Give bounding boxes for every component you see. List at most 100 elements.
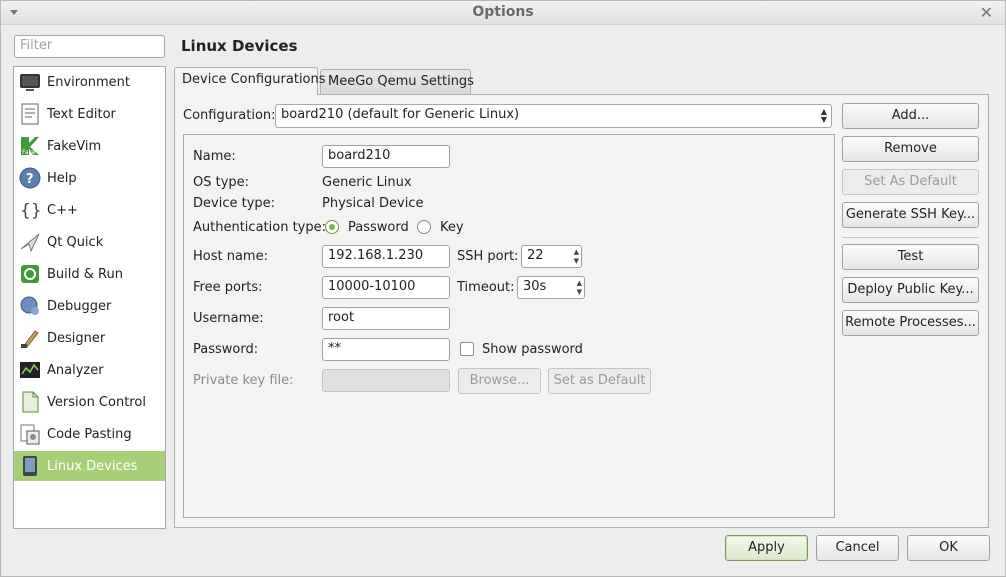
sidebar-item-text-editor[interactable]: Text Editor xyxy=(14,99,165,129)
sidebar-item-label: Code Pasting xyxy=(47,426,132,442)
free-ports-field[interactable]: 10000-10100 xyxy=(322,276,450,299)
svg-text:{}: {} xyxy=(20,201,41,221)
device-type-label: Device type: xyxy=(193,196,276,211)
sidebar-item-environment[interactable]: Environment xyxy=(14,67,165,97)
help-icon: ? xyxy=(19,167,41,189)
name-field[interactable]: board210 xyxy=(322,145,450,168)
options-dialog: Options ✕ Environment Text Editor Fake F… xyxy=(0,0,1006,577)
sidebar-item-cpp[interactable]: {} C++ xyxy=(14,195,165,225)
tab-label: MeeGo Qemu Settings xyxy=(328,74,474,89)
sidebar-item-analyzer[interactable]: Analyzer xyxy=(14,355,165,385)
sidebar-item-qt-quick[interactable]: Qt Quick xyxy=(14,227,165,257)
deploy-public-key-button[interactable]: Deploy Public Key... xyxy=(842,277,979,303)
cancel-button[interactable]: Cancel xyxy=(816,535,899,561)
device-icon xyxy=(19,455,41,477)
svg-text:Fake: Fake xyxy=(22,149,36,156)
host-name-label: Host name: xyxy=(193,249,268,264)
sidebar-item-label: C++ xyxy=(47,202,78,218)
generate-ssh-key-button[interactable]: Generate SSH Key... xyxy=(842,202,979,228)
window-title: Options xyxy=(472,4,534,20)
password-field[interactable]: ** xyxy=(322,338,450,361)
sidebar-item-designer[interactable]: Designer xyxy=(14,323,165,353)
filter-input[interactable] xyxy=(14,35,165,58)
updown-arrow-icon: ▲ ▼ xyxy=(820,107,827,124)
configuration-select[interactable]: board210 (default for Generic Linux) ▲ ▼ xyxy=(275,104,832,128)
sidebar-item-help[interactable]: ? Help xyxy=(14,163,165,193)
spin-arrows-icon[interactable]: ▲ ▼ xyxy=(577,279,582,297)
auth-type-label: Authentication type: xyxy=(193,220,326,235)
free-ports-label: Free ports: xyxy=(193,280,263,295)
sidebar-item-code-pasting[interactable]: Code Pasting xyxy=(14,419,165,449)
sidebar-item-label: Version Control xyxy=(47,394,146,410)
configuration-label: Configuration: xyxy=(183,108,276,123)
sidebar-item-label: Qt Quick xyxy=(47,234,104,250)
configuration-value: board210 (default for Generic Linux) xyxy=(281,107,520,122)
os-type-label: OS type: xyxy=(193,175,250,190)
timeout-spinbox[interactable]: 30s ▲ ▼ xyxy=(517,276,585,299)
show-password-checkbox[interactable] xyxy=(460,342,474,356)
sidebar-item-label: FakeVim xyxy=(47,138,102,154)
private-key-label: Private key file: xyxy=(193,373,294,388)
close-icon[interactable]: ✕ xyxy=(980,3,993,22)
category-list: Environment Text Editor Fake FakeVim ? H… xyxy=(13,66,166,529)
tab-meego-qemu-settings[interactable]: MeeGo Qemu Settings xyxy=(320,69,474,95)
ssh-port-label: SSH port: xyxy=(457,249,519,264)
braces-icon: {} xyxy=(19,199,41,221)
device-type-value: Physical Device xyxy=(322,196,424,211)
paper-plane-icon xyxy=(19,231,41,253)
remove-button[interactable]: Remove xyxy=(842,136,979,162)
sidebar-item-label: Linux Devices xyxy=(47,458,138,474)
sidebar-item-label: Debugger xyxy=(47,298,112,314)
set-key-default-button[interactable]: Set as Default xyxy=(548,368,651,394)
file-tree-icon xyxy=(19,391,41,413)
sidebar-item-fakevim[interactable]: Fake FakeVim xyxy=(14,131,165,161)
spin-arrows-icon[interactable]: ▲ ▼ xyxy=(574,248,579,266)
device-settings-group xyxy=(183,134,835,518)
auth-password-label[interactable]: Password xyxy=(348,220,409,235)
monitor-icon xyxy=(19,71,41,93)
sidebar-item-label: Help xyxy=(47,170,77,186)
auth-key-label[interactable]: Key xyxy=(440,220,464,235)
ssh-port-value: 22 xyxy=(527,248,544,263)
page-title: Linux Devices xyxy=(181,37,298,55)
remote-processes-button[interactable]: Remote Processes... xyxy=(842,310,979,336)
chart-icon xyxy=(19,359,41,381)
fakevim-icon: Fake xyxy=(19,135,41,157)
ssh-port-spinbox[interactable]: 22 ▲ ▼ xyxy=(521,245,582,268)
sidebar-item-build-run[interactable]: Build & Run xyxy=(14,259,165,289)
name-label: Name: xyxy=(193,149,236,164)
tab-label: Device Configurations xyxy=(182,72,326,87)
tab-device-configurations[interactable]: Device Configurations xyxy=(174,67,326,95)
username-label: Username: xyxy=(193,311,264,326)
sidebar-item-label: Text Editor xyxy=(47,106,116,122)
test-button[interactable]: Test xyxy=(842,244,979,270)
host-name-field[interactable]: 192.168.1.230 xyxy=(322,245,450,268)
auth-key-radio[interactable] xyxy=(417,220,431,234)
show-password-label[interactable]: Show password xyxy=(482,342,583,357)
sidebar-item-linux-devices[interactable]: Linux Devices xyxy=(14,451,165,481)
set-as-default-button[interactable]: Set As Default xyxy=(842,169,979,195)
svg-text:?: ? xyxy=(26,172,34,187)
ok-button[interactable]: OK xyxy=(907,535,990,561)
timeout-label: Timeout: xyxy=(457,280,515,295)
os-type-value: Generic Linux xyxy=(322,175,412,190)
brush-icon xyxy=(19,327,41,349)
password-label: Password: xyxy=(193,342,259,357)
apply-button[interactable]: Apply xyxy=(725,535,808,561)
username-field[interactable]: root xyxy=(322,307,450,330)
sidebar-item-label: Environment xyxy=(47,74,131,90)
auth-password-radio[interactable] xyxy=(325,220,339,234)
sidebar-item-label: Designer xyxy=(47,330,106,346)
build-icon xyxy=(19,263,41,285)
browse-button[interactable]: Browse... xyxy=(458,368,541,394)
sidebar-item-label: Analyzer xyxy=(47,362,104,378)
clipboard-icon xyxy=(19,423,41,445)
timeout-value: 30s xyxy=(523,279,547,294)
bug-icon xyxy=(19,295,41,317)
document-icon xyxy=(19,103,41,125)
add-button[interactable]: Add... xyxy=(842,103,979,129)
private-key-field[interactable] xyxy=(322,369,450,392)
title-bar: Options ✕ xyxy=(1,1,1005,25)
sidebar-item-debugger[interactable]: Debugger xyxy=(14,291,165,321)
sidebar-item-version-control[interactable]: Version Control xyxy=(14,387,165,417)
